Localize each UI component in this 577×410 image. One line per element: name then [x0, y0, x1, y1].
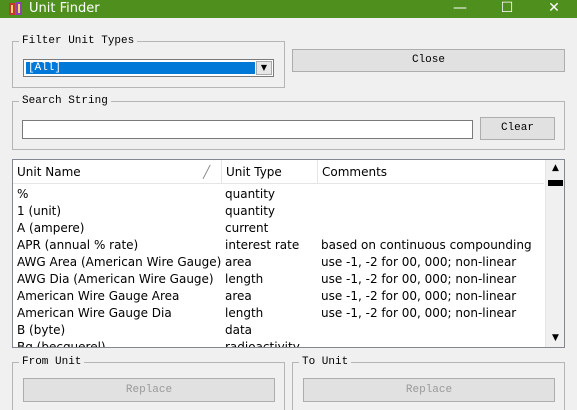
filter-selected-value: [All] — [26, 62, 255, 74]
unit-list[interactable]: Unit Name ╱ Unit Type Comments % quantit… — [12, 159, 565, 348]
scroll-down-icon[interactable]: ▼ — [546, 330, 564, 347]
table-row[interactable]: APR (annual % rate) interest rate based … — [13, 237, 544, 254]
table-row[interactable]: % quantity — [13, 186, 544, 203]
table-row[interactable]: 1 (unit) quantity — [13, 203, 544, 220]
list-rows: % quantity 1 (unit) quantity A (ampere) … — [13, 186, 544, 348]
close-button[interactable]: Close — [292, 49, 565, 72]
cell-unit-name: AWG Area (American Wire Gauge) — [17, 255, 221, 269]
minimize-button[interactable]: — — [437, 0, 483, 18]
column-header-unit-name[interactable]: Unit Name ╱ — [13, 160, 222, 184]
scroll-up-icon[interactable]: ▲ — [546, 160, 564, 177]
filter-legend: Filter Unit Types — [19, 36, 138, 47]
app-icon — [9, 2, 22, 15]
table-row[interactable]: B (byte) data — [13, 322, 544, 339]
cell-unit-name: 1 (unit) — [17, 204, 62, 218]
table-row[interactable]: A (ampere) current — [13, 220, 544, 237]
column-header-unit-name-label: Unit Name — [17, 165, 81, 179]
cell-comments: based on continuous compounding — [321, 238, 532, 252]
cell-unit-name: American Wire Gauge Dia — [17, 306, 172, 320]
vertical-scrollbar[interactable]: ▲ ▼ — [545, 160, 564, 347]
table-row[interactable]: Bq (becquerel) radioactivity — [13, 339, 544, 348]
filter-unit-type-select[interactable]: [All] ▼ — [23, 59, 274, 77]
to-unit-replace-button[interactable]: Replace — [303, 378, 555, 402]
list-header: Unit Name ╱ Unit Type Comments — [13, 160, 544, 184]
from-unit-replace-button[interactable]: Replace — [23, 378, 275, 402]
cell-comments: use -1, -2 for 00, 000; non-linear — [321, 289, 517, 303]
search-input[interactable] — [22, 120, 473, 139]
clear-button[interactable]: Clear — [480, 117, 555, 140]
sort-indicator-icon: ╱ — [203, 165, 211, 179]
cell-unit-type: data — [225, 323, 253, 337]
cell-unit-name: A (ampere) — [17, 221, 85, 235]
title-bar: Unit Finder — ☐ ✕ — [0, 0, 577, 18]
cell-unit-name: Bq (becquerel) — [17, 340, 106, 348]
cell-unit-type: length — [225, 272, 264, 286]
cell-unit-type: area — [225, 255, 252, 269]
cell-comments: use -1, -2 for 00, 000; non-linear — [321, 272, 517, 286]
window-title: Unit Finder — [29, 1, 100, 16]
cell-unit-type: area — [225, 289, 252, 303]
cell-unit-type: radioactivity — [225, 340, 300, 348]
column-header-unit-type-label: Unit Type — [226, 165, 282, 179]
column-header-comments[interactable]: Comments — [318, 160, 544, 184]
cell-unit-name: AWG Dia (American Wire Gauge) — [17, 272, 214, 286]
column-header-comments-label: Comments — [322, 165, 388, 179]
column-header-unit-type[interactable]: Unit Type — [222, 160, 318, 184]
chevron-down-icon[interactable]: ▼ — [256, 61, 272, 75]
to-unit-legend: To Unit — [299, 357, 352, 368]
cell-unit-type: interest rate — [225, 238, 300, 252]
scroll-thumb[interactable] — [548, 180, 563, 186]
cell-unit-name: % — [17, 187, 29, 201]
cell-comments: use -1, -2 for 00, 000; non-linear — [321, 255, 517, 269]
table-row[interactable]: AWG Dia (American Wire Gauge) length use… — [13, 271, 544, 288]
search-legend: Search String — [19, 96, 111, 107]
cell-unit-name: B (byte) — [17, 323, 66, 337]
cell-unit-type: length — [225, 306, 264, 320]
cell-unit-type: quantity — [225, 187, 276, 201]
cell-unit-type: quantity — [225, 204, 276, 218]
cell-unit-name: APR (annual % rate) — [17, 238, 139, 252]
table-row[interactable]: American Wire Gauge Area area use -1, -2… — [13, 288, 544, 305]
close-window-button[interactable]: ✕ — [531, 0, 577, 18]
cell-comments: use -1, -2 for 00, 000; non-linear — [321, 306, 517, 320]
maximize-button[interactable]: ☐ — [484, 0, 530, 18]
cell-unit-type: current — [225, 221, 269, 235]
table-row[interactable]: American Wire Gauge Dia length use -1, -… — [13, 305, 544, 322]
table-row[interactable]: AWG Area (American Wire Gauge) area use … — [13, 254, 544, 271]
cell-unit-name: American Wire Gauge Area — [17, 289, 180, 303]
from-unit-legend: From Unit — [19, 357, 85, 368]
